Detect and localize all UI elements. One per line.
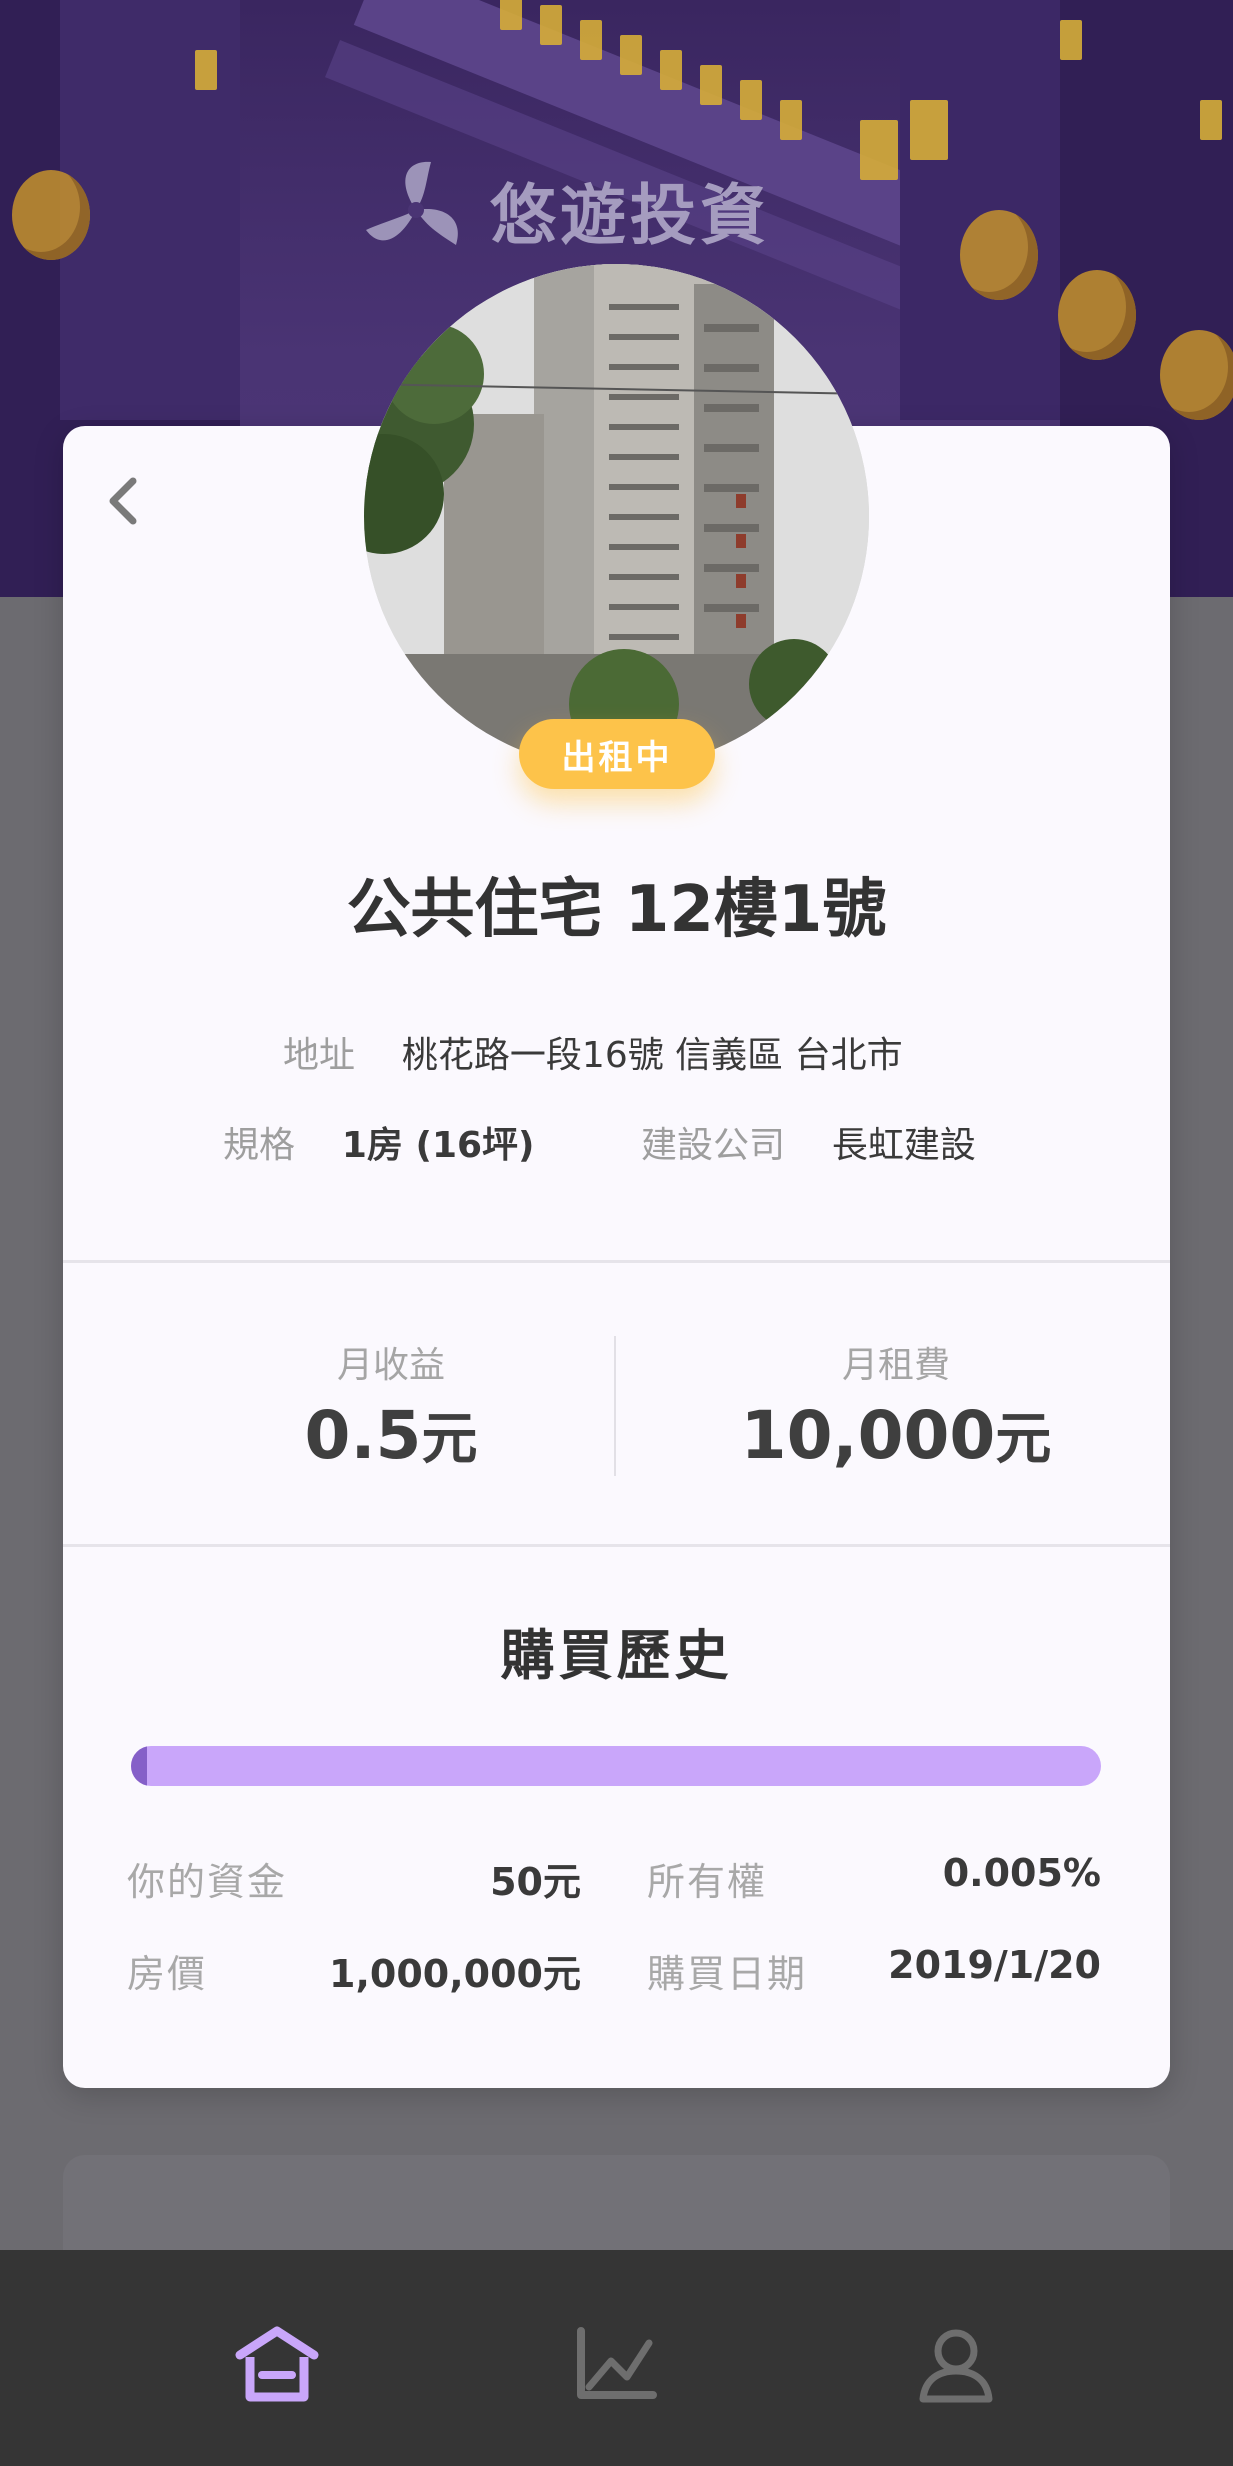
home-icon [235, 2326, 319, 2402]
house-price-value: 1,000,000元 [329, 1952, 581, 1996]
property-title: 公共住宅 12樓1號 [346, 873, 887, 947]
property-card: 出租中 公共住宅 12樓1號 地址 桃花路一段16號 信義區 台北市 規格 1房… [63, 264, 1170, 2088]
back-button[interactable] [93, 466, 153, 536]
purchase-date-label: 購買日期 [647, 1952, 808, 1996]
monthly-rent-label: 月租費 [841, 1345, 950, 1386]
builder-row: 建設公司 長虹建設 [641, 1116, 976, 1168]
ownership-label: 所有權 [647, 1860, 768, 1904]
chart-icon [577, 2327, 657, 2399]
nav-home[interactable] [217, 2310, 337, 2420]
divider [63, 1260, 1170, 1263]
divider [63, 1544, 1170, 1547]
monthly-income-label: 月收益 [336, 1345, 445, 1386]
monthly-income-value: 0.5元 [304, 1397, 478, 1474]
chevron-left-icon [109, 477, 137, 525]
spec-value: 1房 (16坪) [341, 1125, 535, 1166]
spec-label: 規格 [223, 1125, 296, 1166]
builder-label: 建設公司 [641, 1125, 786, 1166]
nav-chart[interactable] [556, 2310, 676, 2420]
stats-divider [614, 1336, 616, 1476]
status-badge: 出租中 [519, 719, 715, 789]
spec-row: 規格 1房 (16坪) [223, 1116, 535, 1168]
user-icon [919, 2329, 993, 2403]
your-funds-label: 你的資金 [127, 1860, 288, 1904]
builder-value: 長虹建設 [831, 1125, 976, 1166]
logo-icon [366, 161, 458, 245]
purchase-history-title: 購買歷史 [500, 1624, 733, 1687]
your-funds-value: 50元 [490, 1860, 581, 1904]
property-photo [364, 264, 869, 769]
ownership-progress-bar [131, 1746, 1101, 1786]
bottom-nav [0, 2250, 1233, 2466]
brand-name: 悠遊投資 [490, 177, 770, 254]
purchase-date-value: 2019/1/20 [888, 1943, 1101, 1987]
address-row: 地址 桃花路一段16號 信義區 台北市 [283, 1026, 903, 1078]
brand-logo: 悠遊投資 [356, 150, 770, 270]
monthly-rent-value: 10,000元 [740, 1397, 1052, 1474]
ownership-value: 0.005% [942, 1851, 1101, 1895]
address-label: 地址 [283, 1035, 356, 1076]
address-value: 桃花路一段16號 信義區 台北市 [401, 1035, 903, 1076]
ownership-progress-fill [131, 1746, 147, 1786]
house-price-label: 房價 [127, 1952, 208, 1996]
nav-profile[interactable] [896, 2310, 1016, 2420]
